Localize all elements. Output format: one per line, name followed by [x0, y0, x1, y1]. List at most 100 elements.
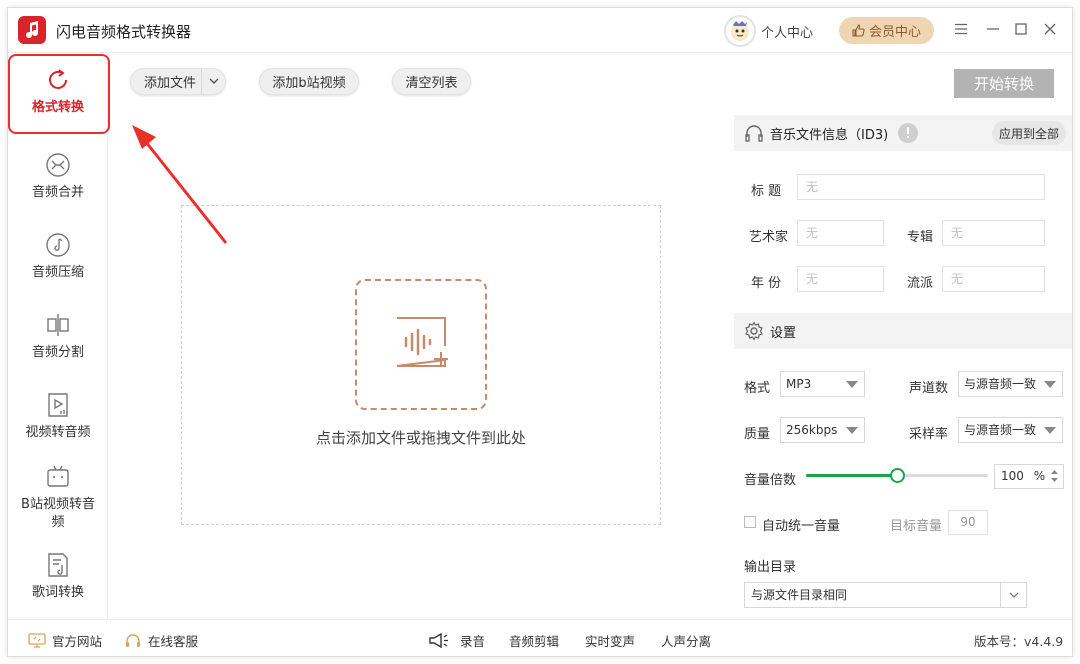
volume-unit: % — [1033, 469, 1046, 483]
channels-label: 声道数 — [909, 381, 949, 396]
audio-edit-button[interactable]: 音频剪辑 — [509, 631, 559, 650]
bilibili-icon — [45, 464, 71, 490]
sidebar-item-bilibili-to-audio[interactable]: B站视频转音频 — [8, 464, 108, 532]
gear-icon — [744, 321, 764, 341]
monitor-icon — [28, 633, 46, 648]
settings-panel-header: 设置 — [734, 313, 1072, 349]
audio-waveform-add-icon — [389, 316, 453, 374]
format-select[interactable]: MP3 — [780, 371, 865, 397]
realtime-voice-change-button[interactable]: 实时变声 — [585, 631, 635, 650]
vocal-separation-button[interactable]: 人声分离 — [661, 631, 711, 650]
dropdown-arrow-icon — [1044, 381, 1056, 388]
file-drop-zone[interactable]: 点击添加文件或拖拽文件到此处 — [181, 205, 661, 525]
official-website-label: 官方网站 — [52, 634, 103, 649]
lyrics-icon — [45, 552, 71, 578]
dropdown-arrow-icon — [846, 427, 858, 434]
sidebar-item-label: B站视频转音频 — [21, 497, 95, 530]
sidebar-item-lyrics-convert[interactable]: 歌词转换 — [8, 552, 108, 602]
vip-center-button[interactable]: 会员中心 — [839, 17, 934, 44]
vip-center-label: 会员中心 — [868, 25, 921, 40]
artist-label: 艺术家 — [749, 230, 789, 245]
sidebar-item-label: 视频转音频 — [25, 425, 91, 440]
title-field[interactable]: 无 — [797, 174, 1045, 200]
volume-slider-fill — [806, 474, 897, 477]
close-icon[interactable] — [1041, 20, 1059, 38]
volume-slider[interactable] — [806, 468, 988, 483]
sidebar: 格式转换 音频合并 音频压缩 音频分割 视频转音频 B站视频转音频 歌词转换 — [8, 53, 110, 619]
quality-select[interactable]: 256kbps — [780, 417, 865, 443]
app-window: 闪电音频格式转换器 个人中心 会员中心 格式转换 音频合并 音频压缩 音频分割 … — [7, 7, 1073, 657]
info-icon[interactable] — [898, 123, 919, 143]
online-support-link[interactable]: 在线客服 — [124, 631, 198, 650]
quality-label: 质量 — [744, 427, 771, 442]
sidebar-selection-highlight — [8, 54, 110, 134]
megaphone-icon — [428, 632, 450, 650]
sidebar-item-label: 音频压缩 — [31, 265, 84, 280]
add-file-button[interactable]: 添加文件 — [130, 68, 226, 95]
drop-zone-hint: 点击添加文件或拖拽文件到此处 — [315, 429, 526, 447]
maximize-icon[interactable] — [1012, 20, 1030, 38]
format-label: 格式 — [744, 381, 771, 396]
settings-panel-title: 设置 — [770, 325, 797, 341]
volume-slider-handle[interactable] — [890, 468, 905, 483]
chevron-down-icon[interactable] — [201, 69, 225, 94]
compress-icon — [45, 232, 71, 258]
menu-icon[interactable] — [952, 20, 970, 38]
headphones-icon — [744, 123, 764, 143]
sidebar-item-video-to-audio[interactable]: 视频转音频 — [8, 392, 108, 442]
footer-bar: 官方网站 在线客服 录音 音频剪辑 实时变声 人声分离 版本号：v4.4.9 — [8, 619, 1072, 656]
merge-icon — [45, 152, 71, 178]
title-bar: 闪电音频格式转换器 个人中心 会员中心 — [8, 8, 1072, 53]
video-audio-icon — [45, 392, 71, 418]
stepper-arrows-icon[interactable] — [1050, 468, 1059, 484]
genre-label: 流派 — [907, 276, 934, 291]
year-field[interactable]: 无 — [797, 266, 884, 292]
title-label: 标 题 — [751, 184, 782, 199]
add-audio-file-button[interactable] — [355, 279, 487, 410]
album-field[interactable]: 无 — [942, 220, 1045, 246]
record-button[interactable]: 录音 — [428, 631, 485, 650]
output-dir-value: 与源文件目录相同 — [751, 588, 848, 602]
split-icon — [45, 312, 71, 338]
sidebar-item-audio-compress[interactable]: 音频压缩 — [8, 232, 108, 282]
id3-panel-title: 音乐文件信息（ID3) — [770, 127, 889, 143]
start-convert-button[interactable]: 开始转换 — [954, 69, 1054, 98]
auto-volume-checkbox[interactable] — [744, 516, 756, 528]
dropdown-arrow-icon — [1044, 427, 1056, 434]
user-center-link[interactable]: 个人中心 — [761, 22, 813, 41]
chevron-down-icon — [1000, 583, 1026, 607]
record-label: 录音 — [460, 634, 486, 649]
sidebar-item-label: 歌词转换 — [31, 585, 84, 600]
output-dir-select[interactable]: 与源文件目录相同 — [744, 582, 1027, 608]
format-value: MP3 — [786, 377, 812, 391]
samplerate-value: 与源音频一致 — [964, 423, 1037, 437]
samplerate-select[interactable]: 与源音频一致 — [958, 417, 1063, 443]
volume-stepper[interactable]: 100 % — [994, 464, 1064, 489]
id3-panel-header: 音乐文件信息（ID3) 应用到全部 — [734, 115, 1072, 151]
target-volume-label: 目标音量 — [890, 519, 943, 534]
output-dir-label: 输出目录 — [744, 560, 797, 575]
channels-value: 与源音频一致 — [964, 377, 1037, 391]
official-website-link[interactable]: 官方网站 — [28, 631, 102, 650]
add-bilibili-video-button[interactable]: 添加b站视频 — [259, 68, 359, 95]
online-support-label: 在线客服 — [148, 634, 199, 649]
artist-field[interactable]: 无 — [797, 220, 884, 246]
samplerate-label: 采样率 — [909, 427, 949, 442]
auto-volume-label: 自动统一音量 — [762, 519, 841, 534]
target-volume-field: 90 — [948, 510, 988, 535]
dropdown-arrow-icon — [846, 381, 858, 388]
sidebar-item-audio-split[interactable]: 音频分割 — [8, 312, 108, 362]
headset-icon — [124, 633, 142, 649]
sidebar-item-label: 音频分割 — [31, 345, 84, 360]
channels-select[interactable]: 与源音频一致 — [958, 371, 1063, 397]
genre-field[interactable]: 无 — [942, 266, 1045, 292]
volume-value[interactable]: 100 — [1001, 469, 1024, 483]
avatar[interactable] — [724, 15, 756, 47]
album-label: 专辑 — [907, 230, 934, 245]
minimize-icon[interactable] — [984, 20, 1002, 38]
apply-to-all-button[interactable]: 应用到全部 — [992, 121, 1066, 145]
year-label: 年 份 — [751, 276, 782, 291]
clear-list-button[interactable]: 清空列表 — [392, 68, 471, 95]
version-label: 版本号：v4.4.9 — [974, 634, 1064, 649]
sidebar-item-audio-merge[interactable]: 音频合并 — [8, 152, 108, 202]
